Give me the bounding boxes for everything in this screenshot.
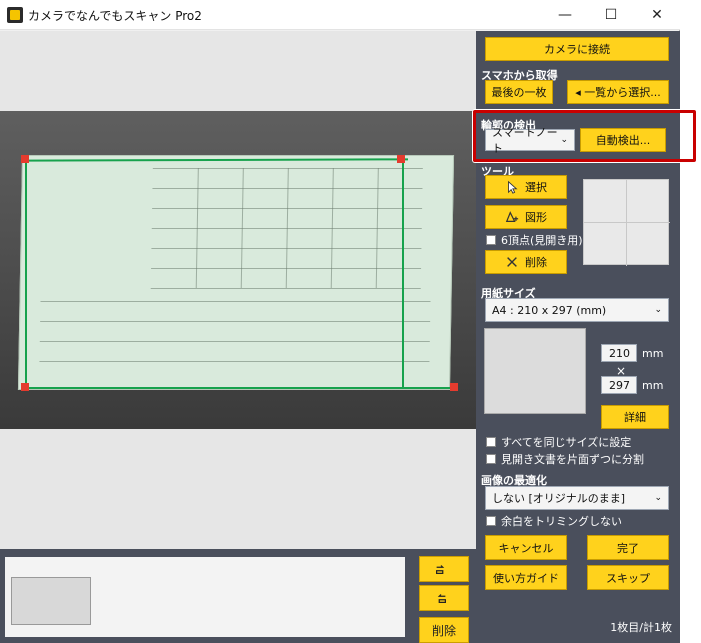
optimize-value: しない [オリジナルのまま] xyxy=(492,492,626,505)
detected-left-edge xyxy=(25,158,27,389)
split-pages-checkbox[interactable]: 見開き文書を片面ずつに分割 xyxy=(486,451,644,467)
rotate-right-icon xyxy=(436,565,445,574)
paper-size-value: A4 : 210 x 297 (mm) xyxy=(492,303,607,317)
rotate-left-button[interactable] xyxy=(419,585,469,611)
rotate-right-button[interactable] xyxy=(419,556,469,582)
corner-handle-top-left[interactable] xyxy=(21,155,29,163)
delete-tool-label: 削除 xyxy=(525,256,547,269)
optimize-select[interactable]: しない [オリジナルのまま] ⌄ xyxy=(485,486,669,510)
edge-detection-highlight xyxy=(473,110,696,162)
select-tool-label: 選択 xyxy=(525,181,547,194)
last-one-button[interactable]: 最後の一枚 xyxy=(485,80,553,104)
checkbox-box xyxy=(486,235,496,245)
title-bar: カメラでなんでもスキャン Pro2 — ☐ ✕ xyxy=(0,0,680,30)
paper-document xyxy=(17,155,455,390)
six-points-label: 6頂点(見開き用) xyxy=(501,234,583,247)
cursor-icon xyxy=(508,180,518,194)
detected-right-edge xyxy=(402,159,404,388)
delete-tool-button[interactable]: 削除 xyxy=(485,250,567,274)
checkbox-box xyxy=(486,516,496,526)
chevron-down-icon: ⌄ xyxy=(654,305,662,315)
pick-from-list-button[interactable]: ◂ 一覧から選択... xyxy=(567,80,669,104)
same-size-label: すべてを同じサイズに設定 xyxy=(501,436,632,449)
chevron-down-icon: ⌄ xyxy=(654,493,662,503)
skip-button[interactable]: スキップ xyxy=(587,565,669,590)
scanned-photo[interactable] xyxy=(0,111,476,429)
detected-bottom-edge xyxy=(25,387,458,389)
rotate-left-icon xyxy=(437,594,446,603)
corner-handle-bottom-right[interactable] xyxy=(450,383,458,391)
window-title: カメラでなんでもスキャン Pro2 xyxy=(28,9,202,23)
app-icon xyxy=(7,7,23,23)
strip-delete-button[interactable]: 削除 xyxy=(419,617,469,643)
trim-margin-label: 余白をトリミングしない xyxy=(501,515,622,528)
split-pages-label: 見開き文書を片面ずつに分割 xyxy=(501,453,644,466)
page-status: 1枚目/計1枚 xyxy=(610,621,672,634)
details-button[interactable]: 詳細 xyxy=(601,405,669,429)
height-unit: mm xyxy=(642,379,664,392)
shape-icon xyxy=(505,211,519,222)
corner-handle-top-right[interactable] xyxy=(397,155,405,163)
tool-preview xyxy=(583,179,670,266)
shape-tool-button[interactable]: 図形 xyxy=(485,205,567,229)
thumbnail-panel xyxy=(5,557,405,637)
thumbnail-tools: 削除 xyxy=(415,549,476,643)
paper-size-select[interactable]: A4 : 210 x 297 (mm) ⌄ xyxy=(485,298,669,322)
same-size-checkbox[interactable]: すべてを同じサイズに設定 xyxy=(486,434,631,450)
image-viewer[interactable] xyxy=(0,31,476,549)
connect-camera-button[interactable]: カメラに接続 xyxy=(485,37,669,61)
width-unit: mm xyxy=(642,347,664,360)
six-points-checkbox[interactable]: 6頂点(見開き用) xyxy=(486,232,583,248)
select-tool-button[interactable]: 選択 xyxy=(485,175,567,199)
shape-tool-label: 図形 xyxy=(525,211,547,224)
close-button[interactable]: ✕ xyxy=(634,0,680,30)
maximize-button[interactable]: ☐ xyxy=(588,0,634,30)
checkbox-box xyxy=(486,454,496,464)
delete-shape-icon xyxy=(507,257,517,267)
minimize-button[interactable]: — xyxy=(542,0,588,30)
corner-handle-bottom-left[interactable] xyxy=(21,383,29,391)
paper-width-input[interactable]: 210 xyxy=(601,344,637,362)
page-thumbnail[interactable] xyxy=(11,577,91,625)
finish-button[interactable]: 完了 xyxy=(587,535,669,560)
cancel-button[interactable]: キャンセル xyxy=(485,535,567,560)
checkbox-box xyxy=(486,437,496,447)
app-window: カメラでなんでもスキャン Pro2 — ☐ ✕ 削除 カメラに接続 スマホから取… xyxy=(0,0,696,643)
paper-height-input[interactable]: 297 xyxy=(601,376,637,394)
thumbnail-strip xyxy=(0,549,415,643)
trim-margin-checkbox[interactable]: 余白をトリミングしない xyxy=(486,513,622,529)
paper-thumbnail xyxy=(484,328,586,414)
guide-button[interactable]: 使い方ガイド xyxy=(485,565,567,590)
